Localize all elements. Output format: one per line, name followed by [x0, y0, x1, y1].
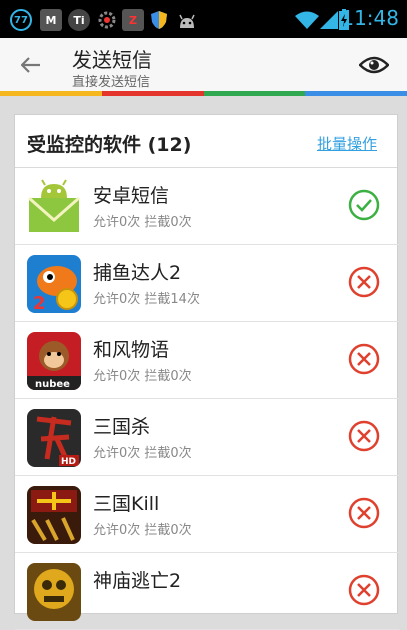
list-item[interactable]: 神庙逃亡2 [15, 553, 399, 630]
app-stats: 允许0次 拦截0次 [93, 369, 192, 384]
action-bar: 发送短信 直接发送短信 [0, 38, 407, 94]
block-status-button[interactable] [347, 342, 381, 376]
color-stripe-red [101, 91, 204, 96]
fishing-joy-icon: 2 [27, 255, 81, 313]
svg-text:HD: HD [61, 457, 76, 467]
block-circle-icon [348, 266, 380, 298]
color-stripe-yellow [0, 91, 102, 96]
ti-icon: Ti [68, 9, 90, 31]
android-sms-icon [27, 178, 81, 236]
app-stats: 允许0次 拦截0次 [93, 446, 192, 461]
app-name: 三国Kill [93, 493, 160, 515]
block-status-button[interactable] [347, 573, 381, 607]
allow-status-button[interactable] [347, 188, 381, 222]
app-name: 捕鱼达人2 [93, 262, 182, 284]
block-circle-icon [348, 497, 380, 529]
temple-run-icon [27, 563, 81, 621]
app-name: 和风物语 [93, 339, 170, 361]
mail-icon: M [40, 9, 62, 31]
wifi-icon [294, 9, 320, 31]
block-status-button[interactable] [347, 419, 381, 453]
app-name: 三国杀 [93, 416, 151, 438]
nubee-monkey-icon: nubee [27, 332, 81, 390]
list-item[interactable]: HD 三国杀 允许0次 拦截0次 [15, 399, 399, 476]
batch-operation-link[interactable]: 批量操作 [317, 133, 377, 154]
monitored-apps-card: 受监控的软件 (12) 批量操作 安卓短信 允许0次 拦截0次 2 捕鱼达人2 … [14, 114, 399, 630]
z-icon: Z [122, 9, 144, 31]
app-stats: 允许0次 拦截14次 [93, 292, 200, 307]
app-stats: 允许0次 拦截0次 [93, 523, 192, 538]
signal-icon [318, 9, 340, 31]
android-icon [176, 9, 198, 31]
page-subtitle: 直接发送短信 [72, 75, 151, 90]
color-stripe-green [203, 91, 306, 96]
status-bar: 77 M Ti Z 11:48 [0, 0, 407, 38]
page-title: 发送短信 [72, 48, 152, 72]
color-stripe [0, 91, 407, 96]
block-circle-icon [348, 574, 380, 606]
check-circle-icon [348, 189, 380, 221]
app-stats: 允许0次 拦截0次 [93, 215, 192, 230]
eye-icon [359, 56, 389, 74]
list-item[interactable]: 2 捕鱼达人2 允许0次 拦截14次 [15, 245, 399, 322]
list-item[interactable]: 安卓短信 允许0次 拦截0次 [15, 168, 399, 245]
svg-text:2: 2 [33, 293, 46, 313]
app-name: 安卓短信 [93, 185, 170, 207]
clock: 11:48 [341, 6, 399, 30]
block-status-button[interactable] [347, 496, 381, 530]
card-header: 受监控的软件 (12) 批量操作 [15, 115, 397, 168]
list-item[interactable]: 三国Kill 允许0次 拦截0次 [15, 476, 399, 553]
gear-icon [96, 9, 118, 31]
color-stripe-blue [305, 91, 407, 96]
shield-icon [148, 9, 170, 31]
back-button[interactable] [14, 50, 48, 80]
block-circle-icon [348, 343, 380, 375]
sanguo-kill-icon [27, 486, 81, 544]
block-status-button[interactable] [347, 265, 381, 299]
view-button[interactable] [357, 50, 391, 80]
list-item[interactable]: nubee 和风物语 允许0次 拦截0次 [15, 322, 399, 399]
card-title: 受监控的软件 (12) [27, 134, 192, 156]
back-arrow-icon [21, 57, 40, 73]
sanguosha-icon: HD [27, 409, 81, 467]
svg-text:nubee: nubee [35, 379, 70, 390]
app-name: 神庙逃亡2 [93, 570, 182, 592]
qq-77-icon: 77 [10, 9, 32, 31]
block-circle-icon [348, 420, 380, 452]
